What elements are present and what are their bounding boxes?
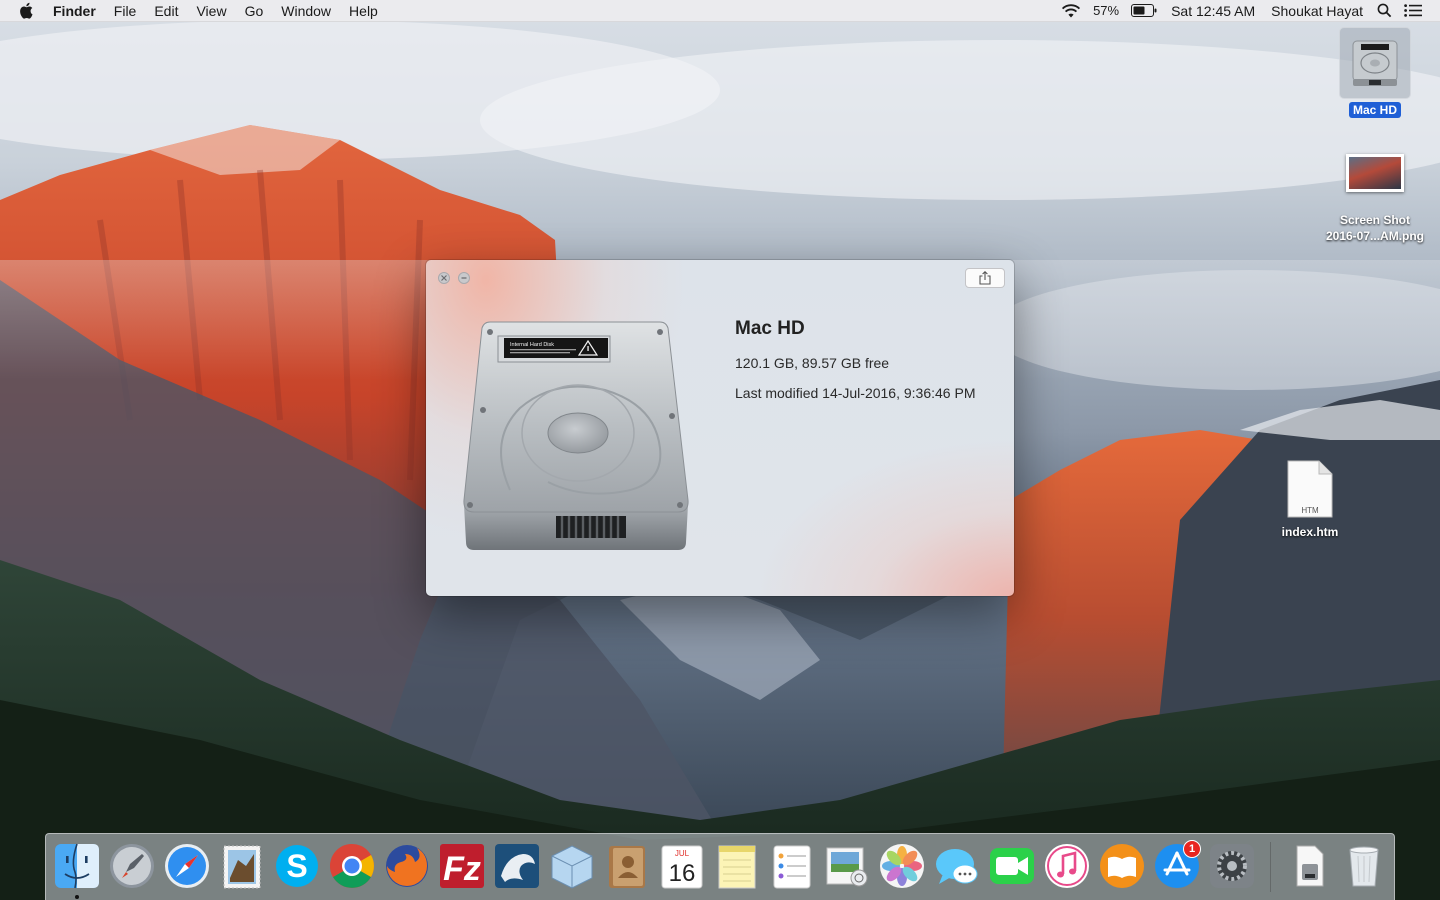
- svg-text:Fz: Fz: [443, 850, 481, 888]
- dock-photos[interactable]: [876, 840, 928, 892]
- apple-icon[interactable]: [19, 2, 37, 20]
- disk-info-window: Internal Hard Disk Mac HD 120.1 GB, 89.5…: [426, 260, 1014, 596]
- dock-trash[interactable]: [1338, 840, 1390, 892]
- minimize-icon: [461, 277, 467, 279]
- contacts-icon: [609, 846, 645, 888]
- desktop-icon-label: Mac HD: [1348, 102, 1401, 118]
- image-thumbnail-icon: [1346, 154, 1404, 192]
- spotlight-icon[interactable]: [1371, 3, 1398, 18]
- menu-bar-left: Finder File Edit View Go Window Help: [0, 0, 387, 22]
- notes-icon: [718, 845, 756, 889]
- dock-separator: [1270, 842, 1271, 892]
- desktop-icon-label-line2: 2016-07...AM.png: [1325, 229, 1425, 243]
- dock-chrome[interactable]: [326, 840, 378, 892]
- menu-window[interactable]: Window: [272, 0, 340, 22]
- dock-launchpad[interactable]: [106, 840, 158, 892]
- cube-icon: [551, 845, 593, 889]
- dock: S Fz JUL 16 1: [45, 833, 1395, 900]
- notification-badge: 1: [1183, 840, 1201, 858]
- file-type-badge: HTM: [1301, 506, 1319, 515]
- desktop-icon-label: Screen Shot 2016-07...AM.png: [1326, 212, 1424, 244]
- dock-mail[interactable]: [216, 840, 268, 892]
- running-indicator-dot: [75, 895, 79, 899]
- reminders-icon: [773, 845, 811, 889]
- launchpad-icon: [110, 844, 154, 888]
- menu-clock[interactable]: Sat 12:45 AM: [1163, 3, 1263, 19]
- mail-stamp-icon: [223, 845, 261, 889]
- dock-documents-stack[interactable]: [1283, 840, 1335, 892]
- finder-icon: [55, 843, 99, 889]
- disk-sticker-title: Internal Hard Disk: [510, 342, 554, 348]
- trash-icon: [1349, 846, 1379, 887]
- calendar-month: JUL: [675, 849, 690, 858]
- dolphin-icon: [495, 844, 539, 888]
- menu-file[interactable]: File: [105, 0, 146, 22]
- desktop-icon-label-line1: Screen Shot: [1339, 213, 1411, 227]
- dock-contacts[interactable]: [601, 840, 653, 892]
- messages-icon: [936, 849, 978, 884]
- ibooks-icon: [1100, 844, 1144, 888]
- menu-bar: Finder File Edit View Go Window Help 57%…: [0, 0, 1440, 22]
- html-document-icon: HTM: [1287, 460, 1333, 518]
- close-icon: [441, 275, 447, 281]
- menu-help[interactable]: Help: [340, 0, 387, 22]
- desktop-icon-index-htm[interactable]: HTM index.htm: [1270, 460, 1350, 540]
- chrome-icon: [330, 844, 374, 888]
- dock-safari[interactable]: [161, 840, 213, 892]
- firefox-icon: [386, 845, 428, 887]
- disk-capacity: 120.1 GB, 89.57 GB free: [735, 355, 890, 371]
- desktop-icon-screenshot[interactable]: Screen Shot 2016-07...AM.png: [1316, 154, 1434, 244]
- dock-calendar[interactable]: JUL 16: [656, 840, 708, 892]
- dock-skype[interactable]: S: [271, 840, 323, 892]
- dock-firefox[interactable]: [381, 840, 433, 892]
- share-button[interactable]: [965, 268, 1005, 288]
- minimize-button[interactable]: [458, 272, 470, 284]
- hard-disk-icon: [1339, 27, 1411, 99]
- menu-app-finder[interactable]: Finder: [53, 0, 105, 22]
- dock-reminders[interactable]: [766, 840, 818, 892]
- dock-ibooks[interactable]: [1096, 840, 1148, 892]
- dock-app-store[interactable]: 1: [1151, 840, 1203, 892]
- photos-icon: [880, 844, 924, 888]
- wifi-icon[interactable]: [1055, 3, 1087, 18]
- dock-facetime[interactable]: [986, 840, 1038, 892]
- dock-mysql-workbench[interactable]: [491, 840, 543, 892]
- desktop-icon-label: index.htm: [1281, 525, 1339, 539]
- close-button[interactable]: [438, 272, 450, 284]
- dock-itunes[interactable]: [1041, 840, 1093, 892]
- desktop-icon-mac-hd[interactable]: Mac HD: [1338, 27, 1412, 118]
- dock-system-preferences[interactable]: [1206, 840, 1258, 892]
- menu-edit[interactable]: Edit: [145, 0, 187, 22]
- calendar-day: 16: [669, 860, 696, 887]
- gear-icon: [1210, 844, 1254, 888]
- filezilla-icon: Fz: [440, 844, 484, 888]
- disk-last-modified: Last modified 14-Jul-2016, 9:36:46 PM: [735, 385, 976, 401]
- dock-preview[interactable]: [821, 840, 873, 892]
- dock-messages[interactable]: [931, 840, 983, 892]
- safari-icon: [165, 844, 209, 888]
- disk-name-title: Mac HD: [735, 318, 805, 339]
- battery-percentage[interactable]: 57%: [1087, 3, 1125, 18]
- fast-user-switch[interactable]: Shoukat Hayat: [1263, 3, 1371, 19]
- dock-notes[interactable]: [711, 840, 763, 892]
- facetime-icon: [990, 848, 1034, 884]
- share-icon: [979, 271, 991, 285]
- notification-center-icon[interactable]: [1398, 4, 1428, 17]
- document-stack-icon: [1296, 845, 1324, 887]
- hard-disk-icon: Internal Hard Disk: [460, 320, 692, 561]
- preview-icon: [826, 847, 868, 887]
- menu-go[interactable]: Go: [236, 0, 273, 22]
- battery-icon[interactable]: [1125, 4, 1163, 17]
- dock-cube-app[interactable]: [546, 840, 598, 892]
- itunes-icon: [1045, 844, 1089, 888]
- menu-view[interactable]: View: [187, 0, 235, 22]
- svg-text:S: S: [286, 848, 307, 884]
- dock-filezilla[interactable]: Fz: [436, 840, 488, 892]
- menu-bar-status-area: 57% Sat 12:45 AM Shoukat Hayat: [1055, 0, 1440, 22]
- dock-finder[interactable]: [51, 840, 103, 892]
- calendar-icon: JUL 16: [661, 845, 703, 889]
- skype-icon: S: [276, 845, 318, 887]
